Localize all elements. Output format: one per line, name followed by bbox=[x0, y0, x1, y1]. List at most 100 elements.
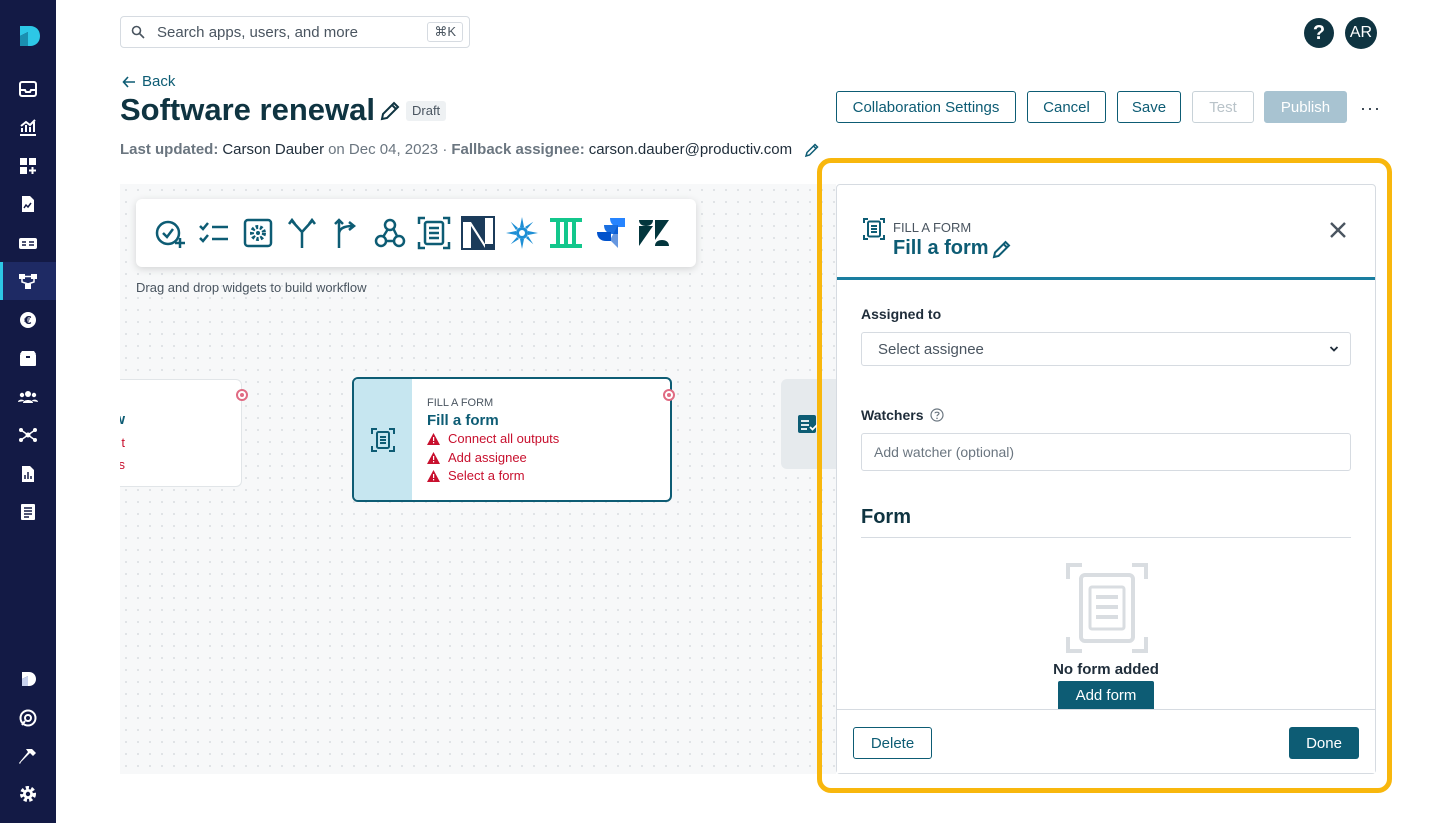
widget-ironclad[interactable] bbox=[548, 215, 584, 251]
node-warning: t bbox=[121, 435, 125, 450]
updated-by: Carson Dauber bbox=[222, 141, 325, 158]
widget-branch[interactable] bbox=[328, 215, 364, 251]
productiv-logo-icon[interactable] bbox=[14, 22, 42, 50]
widget-checklist[interactable] bbox=[196, 215, 232, 251]
sidebar-item-integrations[interactable] bbox=[0, 416, 56, 454]
form-icon bbox=[417, 216, 451, 250]
warning-icon bbox=[427, 469, 440, 482]
sidebar-item-spend[interactable] bbox=[0, 224, 56, 262]
done-button[interactable]: Done bbox=[1289, 727, 1359, 759]
watcher-input[interactable] bbox=[861, 433, 1351, 471]
close-icon[interactable] bbox=[1327, 219, 1349, 241]
sidebar-item-workflows[interactable] bbox=[0, 262, 56, 300]
sidebar-item-documents[interactable] bbox=[0, 493, 56, 531]
node-warning: Select a form bbox=[427, 468, 525, 483]
user-avatar[interactable]: AR bbox=[1345, 17, 1377, 49]
panel-node-name: Fill a form bbox=[893, 237, 989, 259]
arrow-left-icon bbox=[122, 75, 135, 88]
node-name: Fill a form bbox=[427, 412, 499, 429]
sidebar-item-tools[interactable] bbox=[0, 737, 56, 775]
sidebar-item-inbox[interactable] bbox=[0, 70, 56, 108]
checklist-icon bbox=[798, 415, 819, 433]
save-button[interactable]: Save bbox=[1117, 91, 1181, 123]
global-search[interactable]: ⌘K bbox=[120, 16, 470, 48]
node-warning: uts bbox=[120, 457, 125, 472]
ironclad-logo-icon bbox=[550, 218, 582, 248]
sidebar-item-apps[interactable] bbox=[0, 147, 56, 185]
package-icon bbox=[20, 351, 36, 366]
widget-jira[interactable] bbox=[592, 215, 628, 251]
widget-toolbar bbox=[136, 199, 696, 267]
form-icon bbox=[371, 427, 395, 452]
svg-text:€: € bbox=[23, 314, 32, 327]
apps-add-icon bbox=[20, 158, 36, 174]
widget-netsuite[interactable] bbox=[460, 215, 496, 251]
workflow-meta: Last updated: Carson Dauber on Dec 04, 2… bbox=[120, 141, 820, 158]
workflow-node-fill-form[interactable]: FILL A FORM Fill a form Connect all outp… bbox=[352, 377, 672, 502]
document-icon bbox=[21, 504, 35, 520]
sidebar-item-packages[interactable] bbox=[0, 339, 56, 377]
warning-text: Connect all outputs bbox=[448, 431, 560, 446]
warning-icon bbox=[427, 451, 440, 464]
widget-zendesk[interactable] bbox=[636, 215, 672, 251]
search-shortcut-badge: ⌘K bbox=[427, 22, 463, 42]
widget-merge[interactable] bbox=[284, 215, 320, 251]
assignee-placeholder: Select assignee bbox=[878, 340, 984, 358]
more-options-button[interactable]: ··· bbox=[1360, 98, 1381, 119]
node-output-port[interactable] bbox=[663, 389, 675, 401]
collaboration-settings-button[interactable]: Collaboration Settings bbox=[836, 91, 1016, 123]
widget-fill-form[interactable] bbox=[416, 215, 452, 251]
approval-add-icon bbox=[155, 220, 185, 248]
sidebar-item-reports[interactable] bbox=[0, 455, 56, 493]
panel-header: FILL A FORM Fill a form bbox=[837, 185, 1375, 280]
divider bbox=[861, 537, 1351, 538]
node-output-port[interactable] bbox=[236, 389, 248, 401]
sidebar-item-settings[interactable] bbox=[0, 775, 56, 813]
settings-box-icon bbox=[243, 218, 273, 248]
delete-button[interactable]: Delete bbox=[853, 727, 932, 759]
currency-icon: € bbox=[20, 312, 36, 328]
panel-node-type: FILL A FORM bbox=[893, 220, 972, 235]
jira-logo-icon bbox=[597, 218, 625, 248]
updated-label: Last updated: bbox=[120, 141, 219, 158]
status-badge: Draft bbox=[406, 101, 447, 121]
help-button[interactable]: ? bbox=[1304, 18, 1334, 48]
sidebar-item-support[interactable] bbox=[0, 699, 56, 737]
search-input[interactable] bbox=[157, 23, 417, 41]
node-warning: Add assignee bbox=[427, 450, 527, 465]
integrations-icon bbox=[19, 428, 37, 442]
zendesk-logo-icon bbox=[639, 220, 669, 246]
sidebar: € bbox=[0, 0, 56, 823]
help-circle-icon[interactable] bbox=[929, 408, 944, 422]
node-warning: Connect all outputs bbox=[427, 431, 559, 446]
page-title: Software renewal bbox=[120, 92, 375, 127]
cancel-button[interactable]: Cancel bbox=[1027, 91, 1106, 123]
node-name: w bbox=[120, 411, 125, 428]
warning-icon bbox=[427, 432, 440, 445]
productiv-logo-icon bbox=[22, 672, 36, 686]
empty-state-text: No form added bbox=[1053, 661, 1159, 678]
assignee-select[interactable]: Select assignee bbox=[861, 332, 1351, 366]
publish-button[interactable]: Publish bbox=[1264, 91, 1347, 123]
pencil-icon[interactable] bbox=[379, 100, 401, 122]
sidebar-item-analytics[interactable] bbox=[0, 108, 56, 146]
back-link[interactable]: Back bbox=[122, 73, 175, 90]
users-icon bbox=[18, 391, 38, 403]
workflow-node-previous[interactable]: w t uts bbox=[120, 379, 242, 487]
sidebar-item-currency[interactable]: € bbox=[0, 301, 56, 339]
warning-text: Select a form bbox=[448, 468, 525, 483]
widget-coupa[interactable] bbox=[504, 215, 540, 251]
widget-webhook[interactable] bbox=[372, 215, 408, 251]
widget-approval[interactable] bbox=[152, 215, 188, 251]
back-label: Back bbox=[142, 73, 176, 90]
sidebar-item-productiv[interactable] bbox=[0, 660, 56, 698]
test-button[interactable]: Test bbox=[1192, 91, 1254, 123]
empty-form-icon bbox=[1066, 563, 1148, 653]
add-form-button[interactable]: Add form bbox=[1058, 681, 1154, 709]
node-icon-band bbox=[354, 379, 412, 500]
sidebar-item-contracts[interactable] bbox=[0, 185, 56, 223]
pencil-icon[interactable] bbox=[992, 239, 1012, 259]
sidebar-item-users[interactable] bbox=[0, 378, 56, 416]
pencil-icon[interactable] bbox=[804, 142, 820, 158]
widget-custom-action[interactable] bbox=[240, 215, 276, 251]
